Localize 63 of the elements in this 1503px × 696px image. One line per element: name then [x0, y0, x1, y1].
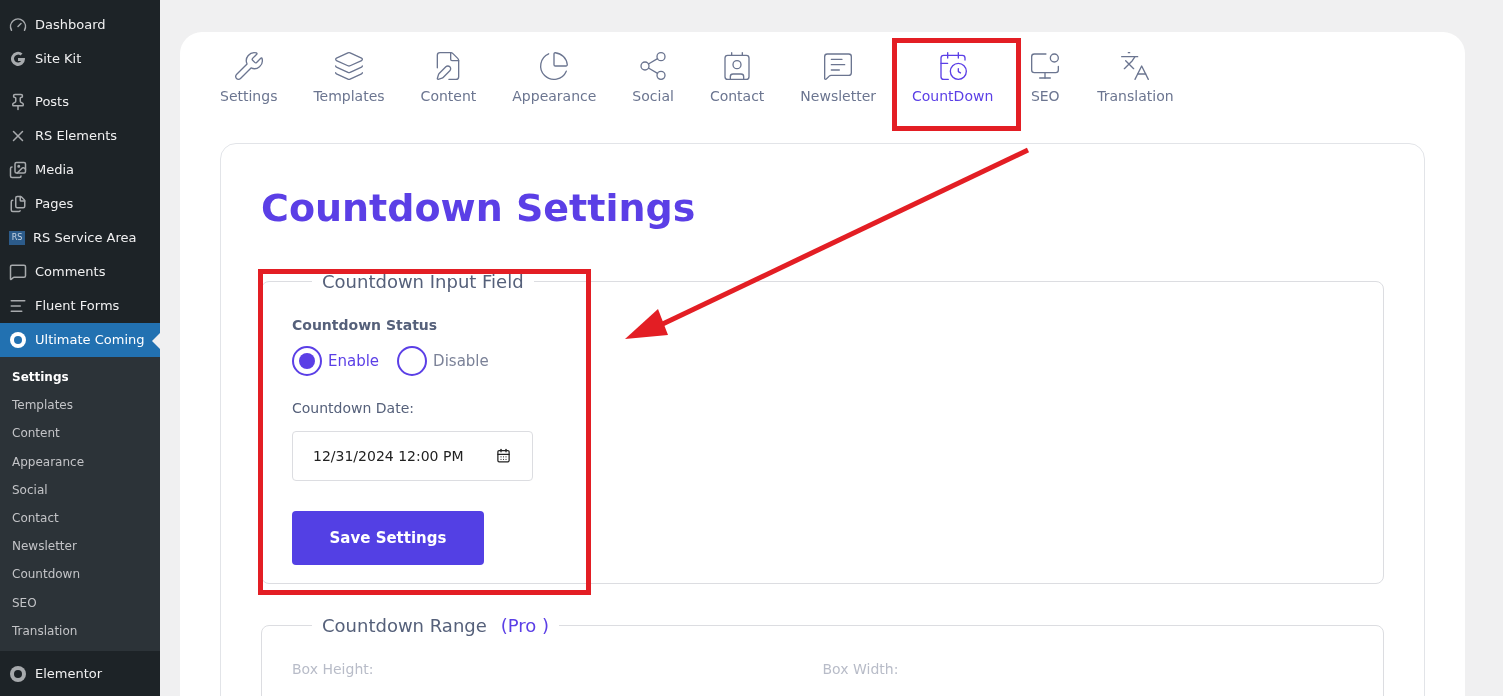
g-logo-icon [9, 50, 27, 68]
pro-label: (Pro ) [500, 614, 550, 638]
field-label: Countdown Date: [292, 399, 415, 418]
sidebar-item[interactable]: Comments [0, 255, 160, 289]
submenu-item[interactable]: Countdown [0, 560, 160, 589]
submenu-item[interactable]: Contact [0, 503, 160, 533]
field-label: Countdown Status [292, 316, 439, 335]
radio-option[interactable]: Disable [397, 346, 489, 376]
sidebar-item[interactable]: Pages [0, 187, 160, 221]
fieldset-legend: Countdown Input Field [312, 268, 534, 295]
calendar-icon [496, 448, 511, 463]
translate-icon [1119, 50, 1152, 82]
submenu-item[interactable]: Translation [0, 616, 160, 645]
submenu-item[interactable]: Templates [0, 391, 160, 420]
field-label: Box Height: [292, 660, 375, 679]
sidebar-item[interactable]: Site Kit [0, 42, 160, 76]
wrench-icon [232, 50, 265, 82]
layers-icon [333, 50, 365, 82]
rs-badge: RS [9, 231, 25, 245]
pages-icon [9, 195, 27, 213]
tab[interactable]: Newsletter [782, 32, 895, 107]
sidebar-item[interactable]: Elementor [0, 656, 160, 691]
submenu-item[interactable]: Content [0, 419, 160, 448]
monitor-icon [1029, 50, 1062, 82]
pointer-icon [152, 333, 160, 349]
pie-chart-icon [538, 50, 571, 82]
tab[interactable]: Settings [220, 32, 296, 107]
tab[interactable]: SEO [1011, 32, 1080, 107]
sidebar-item[interactable]: RS RS Service Area [0, 221, 160, 255]
page-title: Countdown Settings [261, 185, 697, 232]
submenu-item[interactable]: SEO [0, 588, 160, 617]
submenu-item[interactable]: Settings [0, 363, 160, 392]
date-field[interactable]: 12/31/2024 12:00 PM [292, 431, 533, 481]
images-icon [9, 161, 27, 179]
dashboard-icon [9, 16, 27, 34]
tab[interactable]: CountDown [894, 32, 1012, 107]
sidebar-item[interactable]: Ultimate Coming [0, 323, 160, 357]
chat-bubble-icon [822, 50, 855, 82]
sidebar-item[interactable]: Fluent Forms [0, 289, 160, 323]
submenu-item[interactable]: Social [0, 475, 160, 504]
tab[interactable]: Contact [691, 32, 783, 107]
tab[interactable]: Social [614, 32, 692, 107]
tab[interactable]: Translation [1079, 32, 1192, 107]
submenu-item[interactable]: Appearance [0, 447, 160, 476]
sidebar-item[interactable]: Media [0, 153, 160, 187]
save-button[interactable]: Save Settings [292, 511, 484, 565]
radio-button[interactable] [292, 346, 322, 376]
circle-logo-icon [9, 664, 27, 683]
pin-icon [9, 93, 27, 111]
radio-option[interactable]: Enable [292, 346, 380, 376]
submenu-item[interactable]: Newsletter [0, 532, 160, 561]
sidebar-item[interactable]: Dashboard [0, 8, 160, 42]
sidebar-item[interactable]: RS Elements [0, 119, 160, 153]
logo-icon [9, 331, 27, 349]
tab[interactable]: Templates [295, 32, 403, 107]
fieldset-legend: Countdown Range [322, 612, 487, 639]
field-label: Box Width: [822, 660, 900, 679]
tab[interactable]: Content [402, 32, 495, 107]
form-icon [9, 297, 27, 315]
tab[interactable]: Appearance [494, 32, 615, 107]
sidebar-item[interactable]: Posts [0, 85, 160, 119]
radio-button[interactable] [397, 346, 428, 376]
comment-icon [9, 263, 27, 281]
